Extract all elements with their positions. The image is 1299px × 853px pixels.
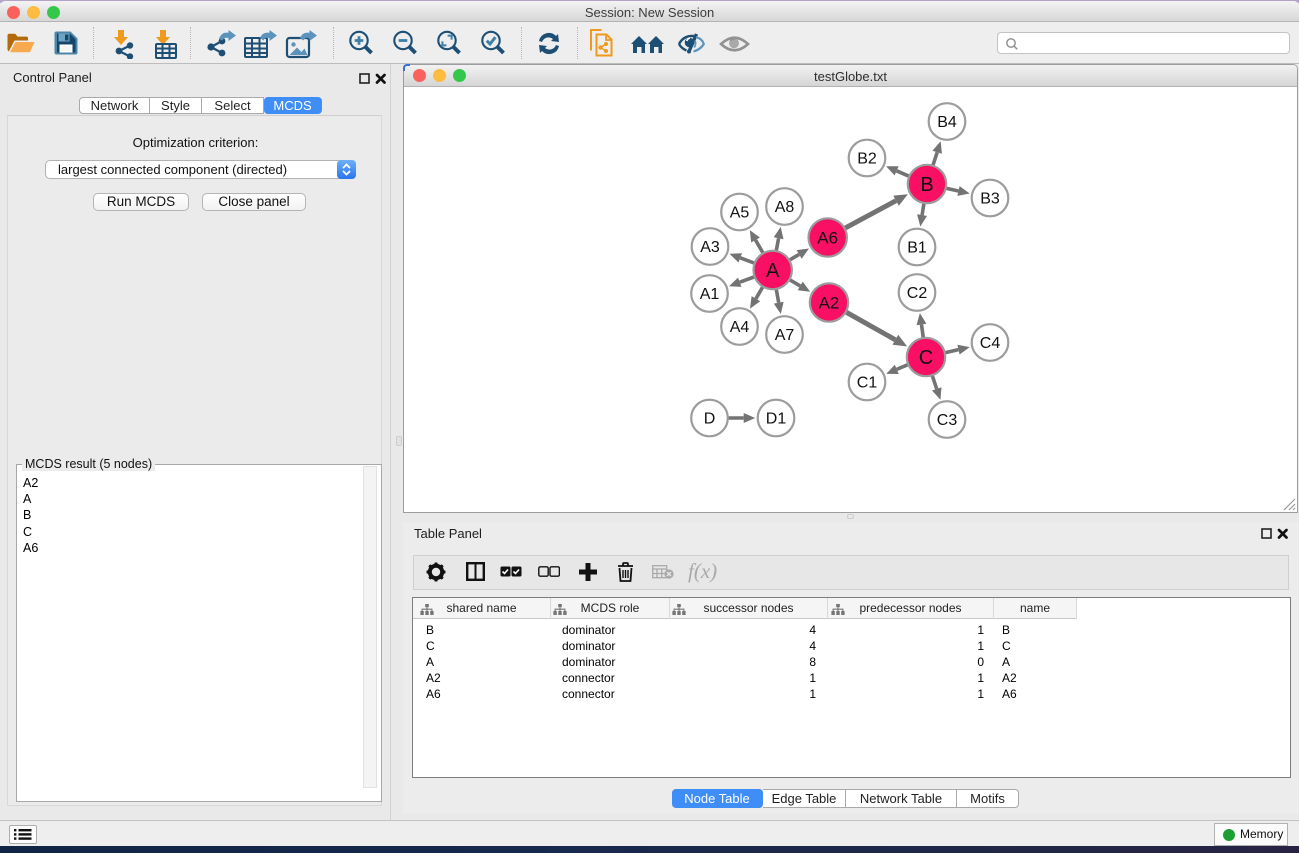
svg-text:A2: A2 [819,294,840,313]
svg-text:A7: A7 [775,327,795,344]
svg-text:C2: C2 [907,285,928,302]
svg-text:A3: A3 [700,239,720,256]
svg-text:C4: C4 [980,335,1001,352]
svg-text:A: A [766,260,780,282]
svg-text:A5: A5 [730,205,750,222]
svg-text:C3: C3 [937,412,958,429]
svg-text:A4: A4 [730,319,750,336]
svg-text:B: B [920,174,933,196]
svg-text:C1: C1 [857,375,878,392]
svg-text:A6: A6 [817,229,838,248]
svg-text:D1: D1 [766,411,787,428]
svg-text:D: D [704,411,716,428]
svg-text:A1: A1 [700,286,720,303]
svg-text:B1: B1 [907,240,927,257]
svg-text:A8: A8 [775,199,795,216]
svg-text:B3: B3 [980,191,1000,208]
svg-text:B4: B4 [937,114,957,131]
svg-text:B2: B2 [857,151,877,168]
svg-text:C: C [919,347,933,369]
